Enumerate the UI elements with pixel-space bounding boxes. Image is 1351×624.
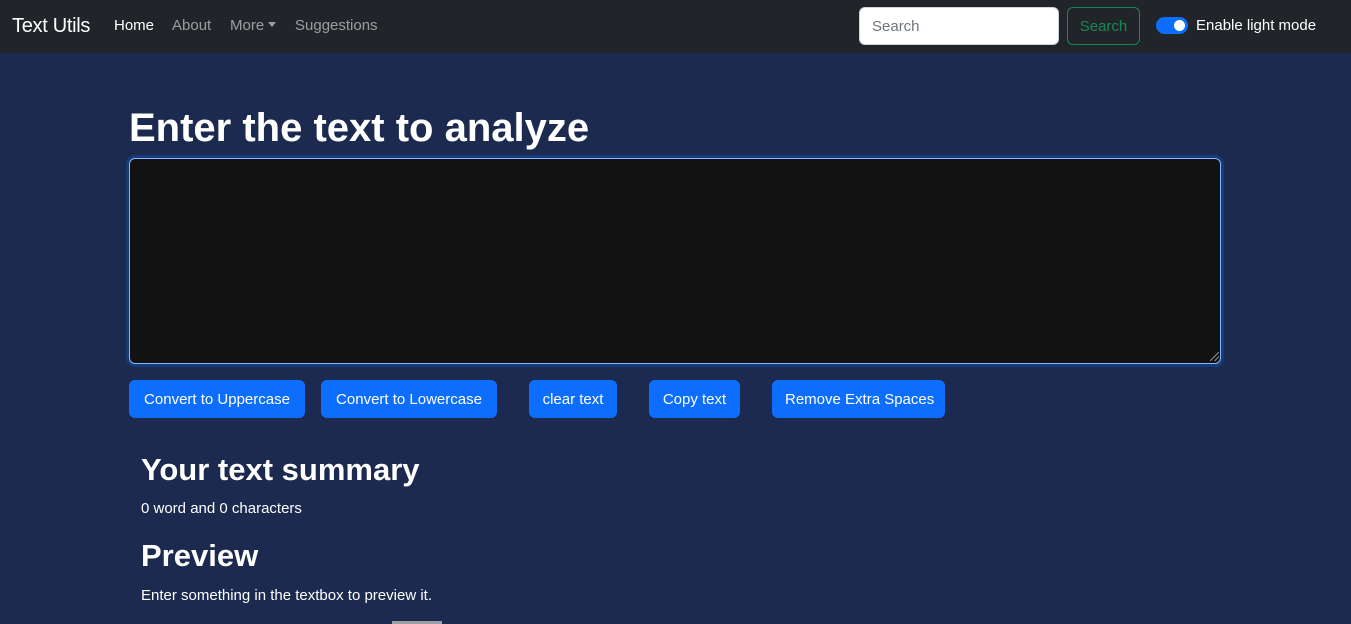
- nav-about-link[interactable]: About: [172, 17, 211, 34]
- nav-more-dropdown[interactable]: More: [230, 17, 277, 34]
- page-title: Enter the text to analyze: [129, 106, 590, 150]
- clear-text-button[interactable]: clear text: [529, 380, 617, 418]
- resize-grip-icon[interactable]: [1210, 352, 1219, 361]
- light-mode-toggle[interactable]: [1156, 17, 1188, 34]
- navbar: Text Utils Home About More Suggestions S…: [0, 0, 1351, 53]
- nav-suggestions-link[interactable]: Suggestions: [295, 17, 378, 34]
- chevron-down-icon: [268, 22, 277, 27]
- copy-text-button[interactable]: Copy text: [649, 380, 740, 418]
- text-input-area[interactable]: [129, 158, 1221, 364]
- light-mode-label: Enable light mode: [1196, 17, 1317, 34]
- summary-text: 0 word and 0 characters: [141, 500, 302, 517]
- preview-heading: Preview: [141, 538, 259, 573]
- search-input[interactable]: [859, 7, 1059, 45]
- remove-spaces-button[interactable]: Remove Extra Spaces: [772, 380, 945, 418]
- search-button[interactable]: Search: [1067, 7, 1140, 45]
- brand-logo[interactable]: Text Utils: [12, 15, 90, 38]
- summary-heading: Your text summary: [141, 452, 420, 487]
- lowercase-button[interactable]: Convert to Lowercase: [321, 380, 497, 418]
- nav-home-link[interactable]: Home: [114, 17, 154, 34]
- toggle-knob: [1174, 20, 1185, 31]
- preview-text: Enter something in the textbox to previe…: [141, 587, 432, 604]
- nav-more-label: More: [230, 17, 265, 34]
- uppercase-button[interactable]: Convert to Uppercase: [129, 380, 305, 418]
